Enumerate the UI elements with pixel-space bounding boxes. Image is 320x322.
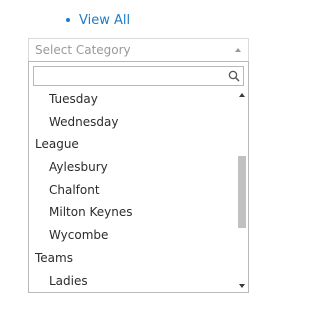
option-item[interactable]: Chalfont	[29, 179, 238, 202]
options-list: Tuesday Wednesday League Aylesbury Chalfont M…	[29, 88, 238, 292]
view-all-item: View All	[66, 9, 130, 31]
view-all-link[interactable]: View All	[79, 13, 130, 28]
option-group-label: Teams	[35, 250, 73, 265]
category-filter-panel: View All Select Category Tuesday Wednesda…	[0, 0, 257, 322]
option-item[interactable]: Aylesbury	[29, 156, 238, 179]
option-item[interactable]: Ladies	[29, 270, 238, 293]
chevron-up-icon	[235, 48, 241, 52]
search-icon	[228, 70, 240, 82]
option-item[interactable]: Tuesday	[29, 88, 238, 111]
scroll-up-arrow-icon[interactable]	[239, 93, 245, 97]
scroll-thumb[interactable]	[238, 156, 246, 228]
option-group-label: League	[35, 137, 79, 152]
select-placeholder: Select Category	[35, 43, 131, 57]
option-item[interactable]: Milton Keynes	[29, 201, 238, 224]
category-select[interactable]: Select Category	[28, 38, 249, 62]
option-item[interactable]: Wednesday	[29, 111, 238, 134]
search-input[interactable]	[34, 67, 222, 85]
scroll-down-arrow-icon[interactable]	[239, 284, 245, 288]
dropdown-scrollbar[interactable]	[237, 88, 247, 292]
bullet-icon	[66, 18, 70, 22]
option-item[interactable]: Wycombe	[29, 224, 238, 247]
search-box	[33, 66, 244, 86]
category-dropdown: Tuesday Wednesday League Aylesbury Chalfont M…	[28, 61, 249, 293]
